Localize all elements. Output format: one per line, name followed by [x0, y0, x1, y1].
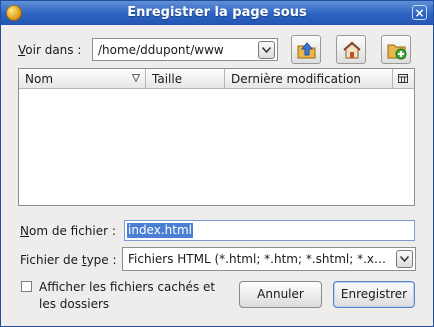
- columns-icon: [398, 74, 408, 83]
- new-folder-icon: [387, 44, 407, 60]
- filename-value: index.html: [127, 223, 193, 238]
- parent-folder-button[interactable]: [291, 35, 321, 64]
- sort-indicator-icon: [132, 74, 140, 82]
- save-button[interactable]: Enregistrer: [333, 281, 415, 308]
- column-header-size[interactable]: Taille: [146, 69, 225, 89]
- filetype-combo[interactable]: Fichiers HTML (*.html; *.htm; *.shtml; *…: [122, 247, 416, 271]
- column-header-name[interactable]: Nom: [19, 69, 146, 89]
- chevron-down-icon: [262, 47, 271, 53]
- location-label: Voir dans :: [18, 43, 82, 57]
- title-bar[interactable]: Enregistrer la page sous ×: [1, 1, 433, 25]
- create-folder-button[interactable]: [381, 35, 411, 64]
- column-chooser-button[interactable]: [393, 69, 414, 89]
- chevron-down-icon: [400, 256, 409, 262]
- location-dropdown-button[interactable]: [258, 41, 275, 59]
- cancel-button[interactable]: Annuler: [239, 281, 322, 308]
- dialog-title: Enregistrer la page sous: [127, 5, 307, 20]
- column-header-modified[interactable]: Dernière modification: [225, 69, 393, 89]
- close-button[interactable]: ×: [412, 5, 427, 20]
- show-hidden-checkbox[interactable]: [21, 281, 32, 292]
- close-icon: ×: [414, 6, 425, 20]
- home-icon: [343, 41, 361, 59]
- filetype-value: Fichiers HTML (*.html; *.htm; *.shtml; *…: [128, 252, 391, 266]
- save-page-dialog: Enregistrer la page sous × Voir dans : /…: [0, 0, 434, 327]
- home-folder-button[interactable]: [336, 35, 366, 64]
- show-hidden-label[interactable]: Afficher les fichiers cachés et les doss…: [39, 279, 215, 313]
- filename-input[interactable]: index.html: [124, 220, 415, 241]
- location-combo[interactable]: /home/ddupont/www: [92, 38, 278, 61]
- filetype-dropdown-button[interactable]: [396, 250, 413, 268]
- location-path: /home/ddupont/www: [98, 43, 224, 57]
- folder-up-icon: [297, 42, 316, 59]
- file-list[interactable]: Nom Taille Dernière modification: [18, 68, 415, 206]
- filename-label: Nom de fichier :: [20, 224, 116, 238]
- filetype-label: Fichier de type :: [20, 253, 117, 267]
